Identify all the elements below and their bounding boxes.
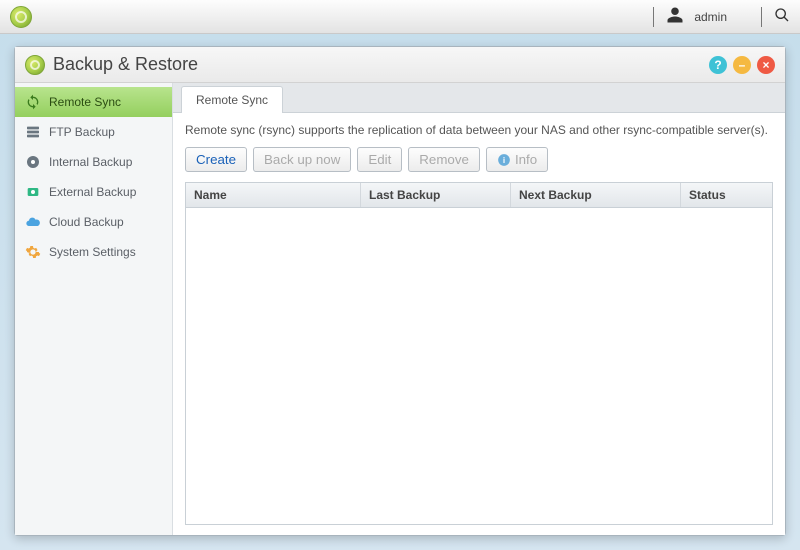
sidebar-item-label: Internal Backup [49,155,132,169]
sidebar-item-external-backup[interactable]: External Backup [15,177,172,207]
sidebar-item-label: Cloud Backup [49,215,124,229]
app-logo-icon [25,55,45,75]
sidebar-item-remote-sync[interactable]: Remote Sync [15,87,172,117]
sidebar-item-cloud-backup[interactable]: Cloud Backup [15,207,172,237]
col-header-status[interactable]: Status [681,183,772,207]
info-button[interactable]: i Info [486,147,548,172]
divider [653,7,654,27]
sidebar-item-label: External Backup [49,185,136,199]
main-panel: Remote Sync Remote sync (rsync) supports… [173,83,785,535]
window-title: Backup & Restore [53,54,198,75]
sidebar-item-label: Remote Sync [49,95,121,109]
action-toolbar: Create Back up now Edit Remove i Info [185,147,773,172]
external-disk-icon [25,184,41,200]
create-button[interactable]: Create [185,147,247,172]
sidebar-item-label: System Settings [49,245,136,259]
description-text: Remote sync (rsync) supports the replica… [185,123,773,137]
sidebar-item-internal-backup[interactable]: Internal Backup [15,147,172,177]
desktop-taskbar: admin [0,0,800,34]
svg-text:i: i [503,155,505,164]
sidebar-item-system-settings[interactable]: System Settings [15,237,172,267]
sidebar-nav: Remote Sync FTP Backup Internal Backup E… [15,83,173,535]
os-logo-icon[interactable] [10,6,32,28]
table-body-empty [186,208,772,524]
sidebar-item-label: FTP Backup [49,125,115,139]
tab-strip: Remote Sync [173,83,785,113]
username-label[interactable]: admin [690,10,749,24]
jobs-table: Name Last Backup Next Backup Status [185,182,773,525]
gear-icon [25,244,41,260]
info-button-label: Info [515,152,537,167]
sidebar-item-ftp-backup[interactable]: FTP Backup [15,117,172,147]
backup-now-button[interactable]: Back up now [253,147,351,172]
help-button[interactable]: ? [709,56,727,74]
col-header-name[interactable]: Name [186,183,361,207]
table-header-row: Name Last Backup Next Backup Status [186,183,772,208]
divider [761,7,762,27]
search-icon[interactable] [774,7,790,26]
col-header-next-backup[interactable]: Next Backup [511,183,681,207]
backup-restore-window: Backup & Restore ? – × Remote Sync FTP B… [14,46,786,536]
user-icon[interactable] [666,6,684,27]
sync-icon [25,94,41,110]
minimize-button[interactable]: – [733,56,751,74]
window-titlebar: Backup & Restore ? – × [15,47,785,83]
disk-icon [25,154,41,170]
col-header-last-backup[interactable]: Last Backup [361,183,511,207]
server-icon [25,124,41,140]
remove-button[interactable]: Remove [408,147,480,172]
info-icon: i [497,153,511,167]
tab-remote-sync[interactable]: Remote Sync [181,86,283,113]
close-button[interactable]: × [757,56,775,74]
cloud-icon [25,214,41,230]
edit-button[interactable]: Edit [357,147,402,172]
